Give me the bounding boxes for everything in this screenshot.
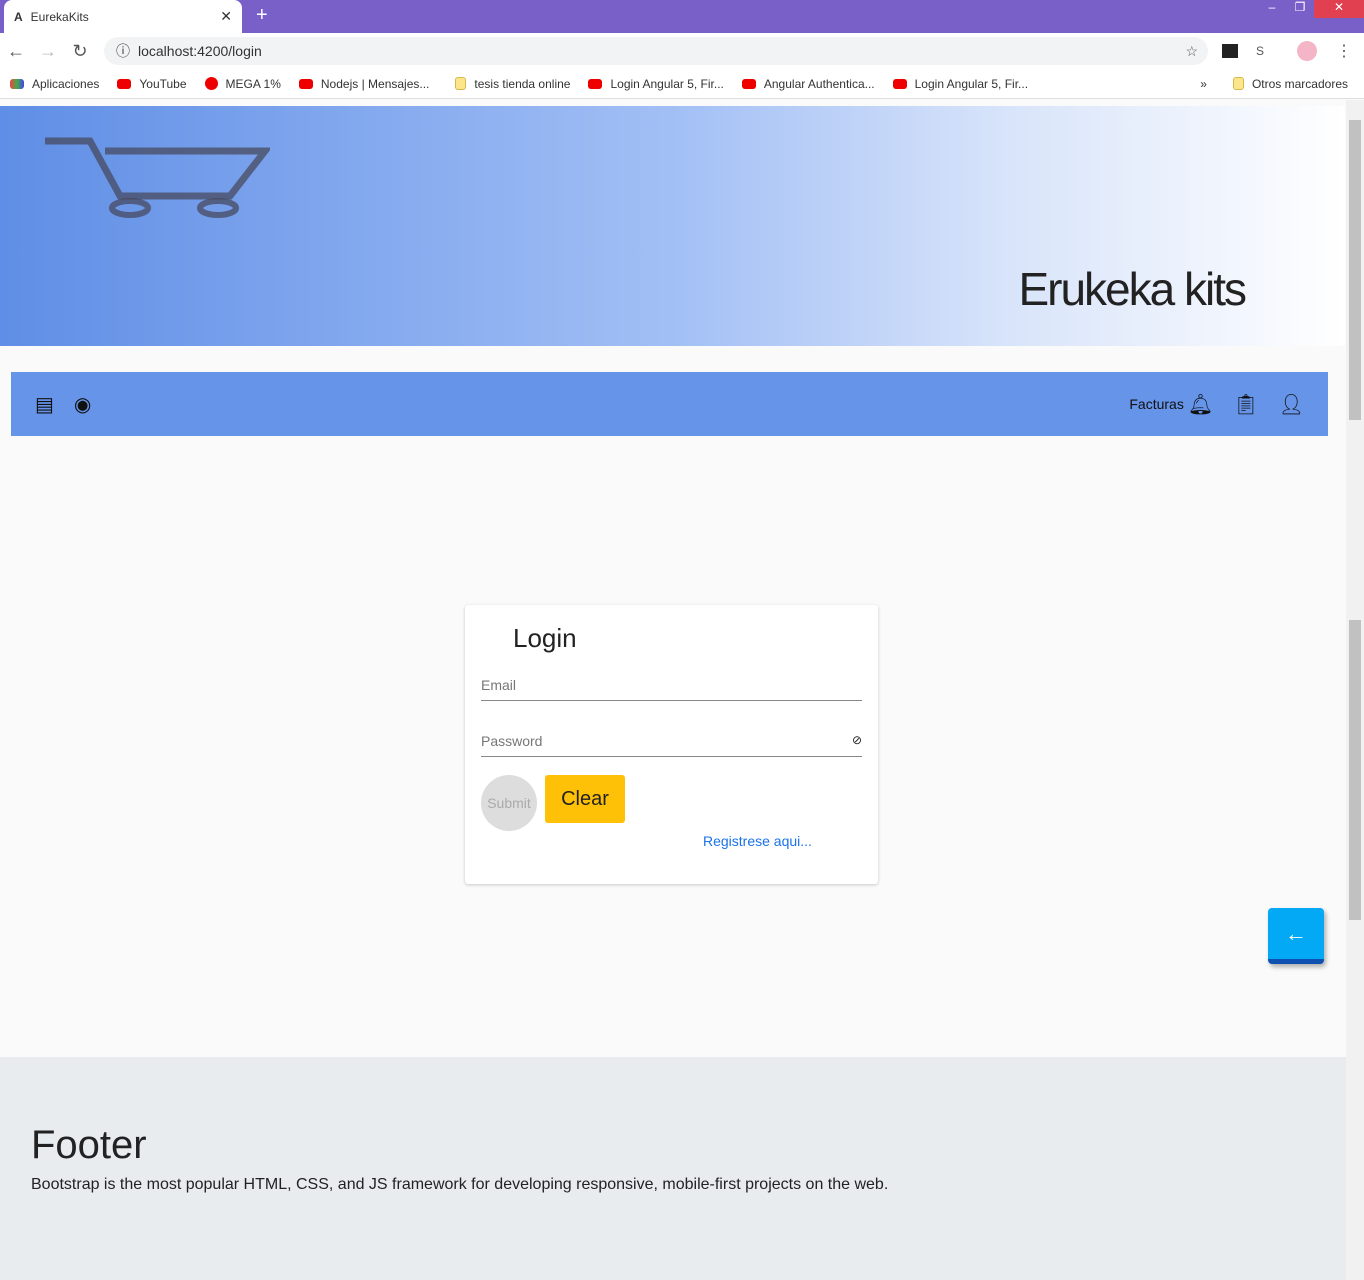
visibility-off-icon[interactable]: ⊘: [852, 733, 862, 756]
menu-icon[interactable]: ⋮: [1336, 41, 1352, 61]
email-placeholder: Email: [481, 677, 517, 693]
bookmark-label: Nodejs | Mensajes...: [320, 76, 430, 91]
back-icon[interactable]: ←: [0, 41, 32, 62]
bookmark-label: Login Angular 5, Fir...: [914, 76, 1029, 91]
url-text: localhost:4200/login: [138, 43, 262, 59]
footer-text: Bootstrap is the most popular HTML, CSS,…: [31, 1176, 889, 1193]
header-banner: Erukeka kits: [0, 106, 1345, 346]
extension-s-icon[interactable]: S: [1256, 44, 1264, 58]
youtube-icon: [298, 78, 313, 89]
bookmark-login-angular-2[interactable]: Login Angular 5, Fir...: [892, 76, 1029, 91]
bookmark-youtube[interactable]: YouTube: [117, 76, 187, 91]
angular-icon: A: [14, 9, 23, 24]
bookmarks-bar: Aplicaciones YouTube MEGA 1% Nodejs | Me…: [0, 69, 1364, 99]
mega-icon: [204, 77, 218, 90]
minimize-button[interactable]: –: [1258, 0, 1286, 18]
browser-toolbar: ← → ↻ ⓘ localhost:4200/login ☆ S ⋮: [0, 33, 1364, 69]
bookmark-star-icon[interactable]: ☆: [1185, 43, 1198, 60]
apps-icon: [10, 78, 24, 89]
list-icon[interactable]: ▤: [35, 392, 54, 417]
forward-icon[interactable]: →: [32, 41, 64, 62]
shopping-cart-icon: [45, 137, 270, 218]
password-placeholder: Password: [481, 733, 543, 749]
address-bar[interactable]: ⓘ localhost:4200/login ☆: [104, 37, 1208, 65]
bell-icon[interactable]: 🔔︎: [1188, 392, 1213, 417]
bookmark-label: Login Angular 5, Fir...: [610, 76, 724, 91]
bookmark-label: MEGA 1%: [225, 76, 281, 91]
browser-tab[interactable]: A EurekaKits ✕: [4, 0, 242, 33]
restore-button[interactable]: ❐: [1286, 0, 1314, 18]
bookmark-mega[interactable]: MEGA 1%: [204, 76, 281, 91]
arrow-left-icon: ←: [1285, 920, 1307, 946]
bookmark-label: Otros marcadores: [1251, 76, 1348, 91]
email-field[interactable]: Email: [481, 677, 862, 701]
bookmark-label: tesis tienda online: [474, 76, 571, 91]
submit-button[interactable]: Submit: [481, 775, 537, 831]
footer: Footer Bootstrap is the most popular HTM…: [0, 1057, 1346, 1280]
password-field[interactable]: Password ⊘: [481, 733, 862, 757]
bookmark-other[interactable]: Otros marcadores: [1232, 76, 1348, 91]
youtube-icon: [588, 78, 603, 89]
youtube-icon: [892, 78, 907, 89]
bookmark-label: Angular Authentica...: [763, 76, 875, 91]
clipboard-icon[interactable]: 📋︎: [1233, 392, 1258, 417]
youtube-icon: [741, 78, 756, 89]
close-window-button[interactable]: ✕: [1314, 0, 1364, 18]
reload-icon[interactable]: ↻: [64, 41, 96, 62]
folder-icon: [455, 77, 467, 90]
footer-title: Footer: [31, 1123, 147, 1167]
outer-scrollbar-thumb[interactable]: [1349, 120, 1361, 420]
close-tab-icon[interactable]: ✕: [220, 8, 232, 25]
info-icon: ⓘ: [116, 43, 130, 59]
login-title: Login: [513, 623, 577, 653]
folder-icon: [1232, 77, 1244, 90]
bookmark-nodejs[interactable]: Nodejs | Mensajes...: [298, 76, 430, 91]
bookmark-label: YouTube: [139, 76, 187, 91]
new-tab-button[interactable]: +: [256, 4, 268, 27]
extension-icon[interactable]: [1222, 44, 1238, 58]
youtube-icon: [117, 78, 132, 89]
bookmark-label: Aplicaciones: [32, 76, 100, 91]
bookmark-tesis[interactable]: tesis tienda online: [455, 77, 570, 91]
person-icon[interactable]: 👤︎: [1279, 392, 1304, 417]
register-link[interactable]: Registrese aqui...: [703, 833, 812, 849]
bookmark-angular-auth[interactable]: Angular Authentica...: [741, 76, 875, 91]
bookmark-login-angular[interactable]: Login Angular 5, Fir...: [588, 76, 724, 91]
banner-title: Erukeka kits: [1018, 263, 1247, 315]
tab-title: EurekaKits: [30, 9, 89, 24]
bookmark-apps[interactable]: Aplicaciones: [10, 77, 99, 91]
scrollbar-thumb[interactable]: [1349, 620, 1361, 920]
more-bookmarks-icon[interactable]: »: [1200, 77, 1207, 91]
scrollbar[interactable]: [1346, 100, 1364, 1280]
clear-button[interactable]: Clear: [545, 775, 625, 823]
eye-icon[interactable]: ◉: [74, 392, 91, 417]
navbar: ▤ ◉ Facturas 🔔︎ 📋︎ 👤︎: [11, 372, 1328, 436]
back-fab-button[interactable]: ←: [1268, 908, 1324, 964]
tab-strip: A EurekaKits ✕ + – ❐ ✕: [0, 0, 1364, 33]
profile-avatar[interactable]: [1297, 41, 1317, 61]
login-card: Login Email Password ⊘ Submit Clear Regis…: [465, 605, 878, 884]
facturas-link[interactable]: Facturas: [1129, 396, 1183, 412]
